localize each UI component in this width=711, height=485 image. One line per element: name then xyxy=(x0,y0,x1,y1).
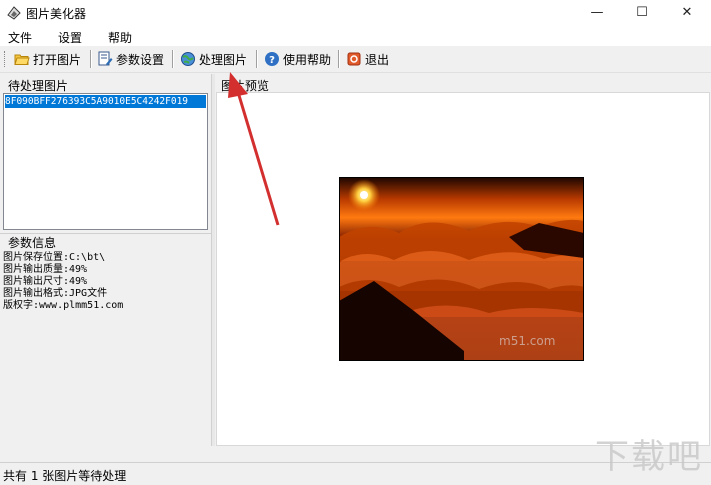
menu-help[interactable]: 帮助 xyxy=(108,29,132,46)
menu-file[interactable]: 文件 xyxy=(8,29,32,46)
help-button[interactable]: ? 使用帮助 xyxy=(264,49,331,69)
panel-splitter[interactable] xyxy=(211,74,215,446)
preview-image: m51.com xyxy=(339,177,584,361)
title-bar: 图片美化器 — ☐ ✕ xyxy=(0,0,711,26)
settings-button[interactable]: 参数设置 xyxy=(97,49,164,69)
svg-text:?: ? xyxy=(269,55,275,66)
toolbar-separator xyxy=(338,50,340,68)
app-icon xyxy=(7,6,21,20)
help-icon: ? xyxy=(265,52,279,66)
site-watermark: 下载吧 xyxy=(595,437,703,477)
exit-label: 退出 xyxy=(365,52,390,67)
open-image-label: 打开图片 xyxy=(33,52,82,67)
status-text: 共有 1 张图片等待处理 xyxy=(3,469,127,483)
pending-images-label: 待处理图片 xyxy=(8,79,69,93)
toolbar-grip xyxy=(4,51,7,67)
exit-icon xyxy=(347,52,361,66)
parameter-info-panel: 参数信息 图片保存位置:C:\bt\ 图片输出质量:49% 图片输出尺寸:49%… xyxy=(0,233,211,447)
menu-settings[interactable]: 设置 xyxy=(58,29,82,46)
window-title: 图片美化器 xyxy=(26,7,87,21)
open-image-button[interactable]: 打开图片 xyxy=(14,49,81,69)
folder-open-icon xyxy=(14,54,30,65)
toolbar-separator xyxy=(90,50,92,68)
exit-button[interactable]: 退出 xyxy=(346,49,389,69)
document-edit-icon xyxy=(98,51,113,66)
help-label: 使用帮助 xyxy=(283,52,332,67)
toolbar: 打开图片 参数设置 处理图片 ? 使用帮助 退出 xyxy=(0,46,711,73)
toolbar-separator xyxy=(256,50,258,68)
menu-bar: 文件 设置 帮助 xyxy=(0,26,711,46)
minimize-button[interactable]: — xyxy=(574,0,620,26)
image-watermark: m51.com xyxy=(499,334,555,348)
toolbar-separator xyxy=(172,50,174,68)
close-button[interactable]: ✕ xyxy=(664,0,710,26)
pending-file-list[interactable]: 8F090BFF276393C5A9010E5C4242F019 xyxy=(3,93,208,230)
settings-label: 参数设置 xyxy=(116,52,165,67)
process-image-label: 处理图片 xyxy=(199,52,248,67)
process-image-button[interactable]: 处理图片 xyxy=(180,49,247,69)
info-copyright: 版权字:www.plmm51.com xyxy=(3,300,124,311)
globe-icon xyxy=(181,52,195,66)
maximize-button[interactable]: ☐ xyxy=(619,0,665,26)
list-item[interactable]: 8F090BFF276393C5A9010E5C4242F019 xyxy=(5,95,206,108)
